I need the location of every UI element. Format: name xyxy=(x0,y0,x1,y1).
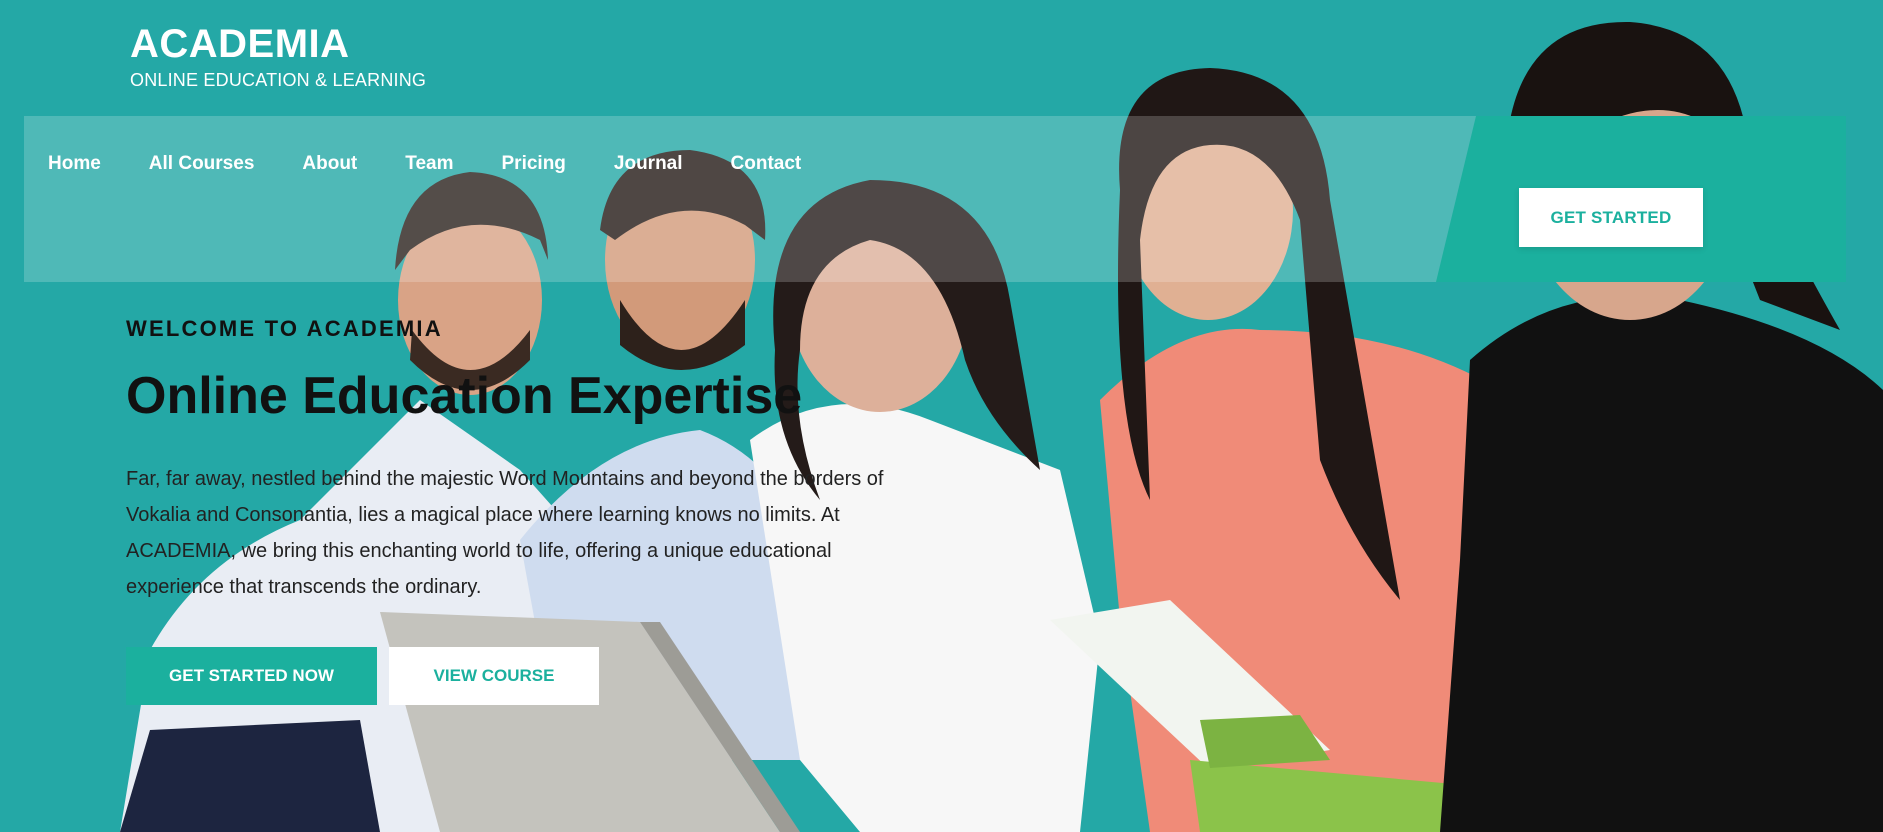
hero-description: Far, far away, nestled behind the majest… xyxy=(126,467,884,598)
main-nav: Home All Courses About Team Pricing Jour… xyxy=(48,153,849,175)
brand[interactable]: ACADEMIA ONLINE EDUCATION & LEARNING xyxy=(130,20,426,91)
nav-item-team[interactable]: Team xyxy=(405,153,453,175)
hero-buttons: GET STARTED NOW VIEW COURSE xyxy=(126,646,906,705)
brand-name[interactable]: ACADEMIA xyxy=(130,20,426,68)
nav-item-contact[interactable]: Contact xyxy=(731,153,802,175)
get-started-now-button[interactable]: GET STARTED NOW xyxy=(126,646,377,705)
nav-item-about[interactable]: About xyxy=(302,153,357,175)
nav-item-pricing[interactable]: Pricing xyxy=(502,153,566,175)
hero-title: Online Education Expertise xyxy=(126,367,803,425)
brand-tagline: ONLINE EDUCATION & LEARNING xyxy=(130,70,427,90)
hero-eyebrow: WELCOME TO ACADEMIA xyxy=(126,316,443,341)
get-started-button[interactable]: GET STARTED xyxy=(1519,188,1703,247)
nav-item-home[interactable]: Home xyxy=(48,153,101,175)
nav-item-journal[interactable]: Journal xyxy=(614,153,683,175)
view-course-button[interactable]: VIEW COURSE xyxy=(389,646,599,705)
hero-section: WELCOME TO ACADEMIA Online Education Exp… xyxy=(126,316,906,705)
nav-item-all-courses[interactable]: All Courses xyxy=(149,153,255,175)
